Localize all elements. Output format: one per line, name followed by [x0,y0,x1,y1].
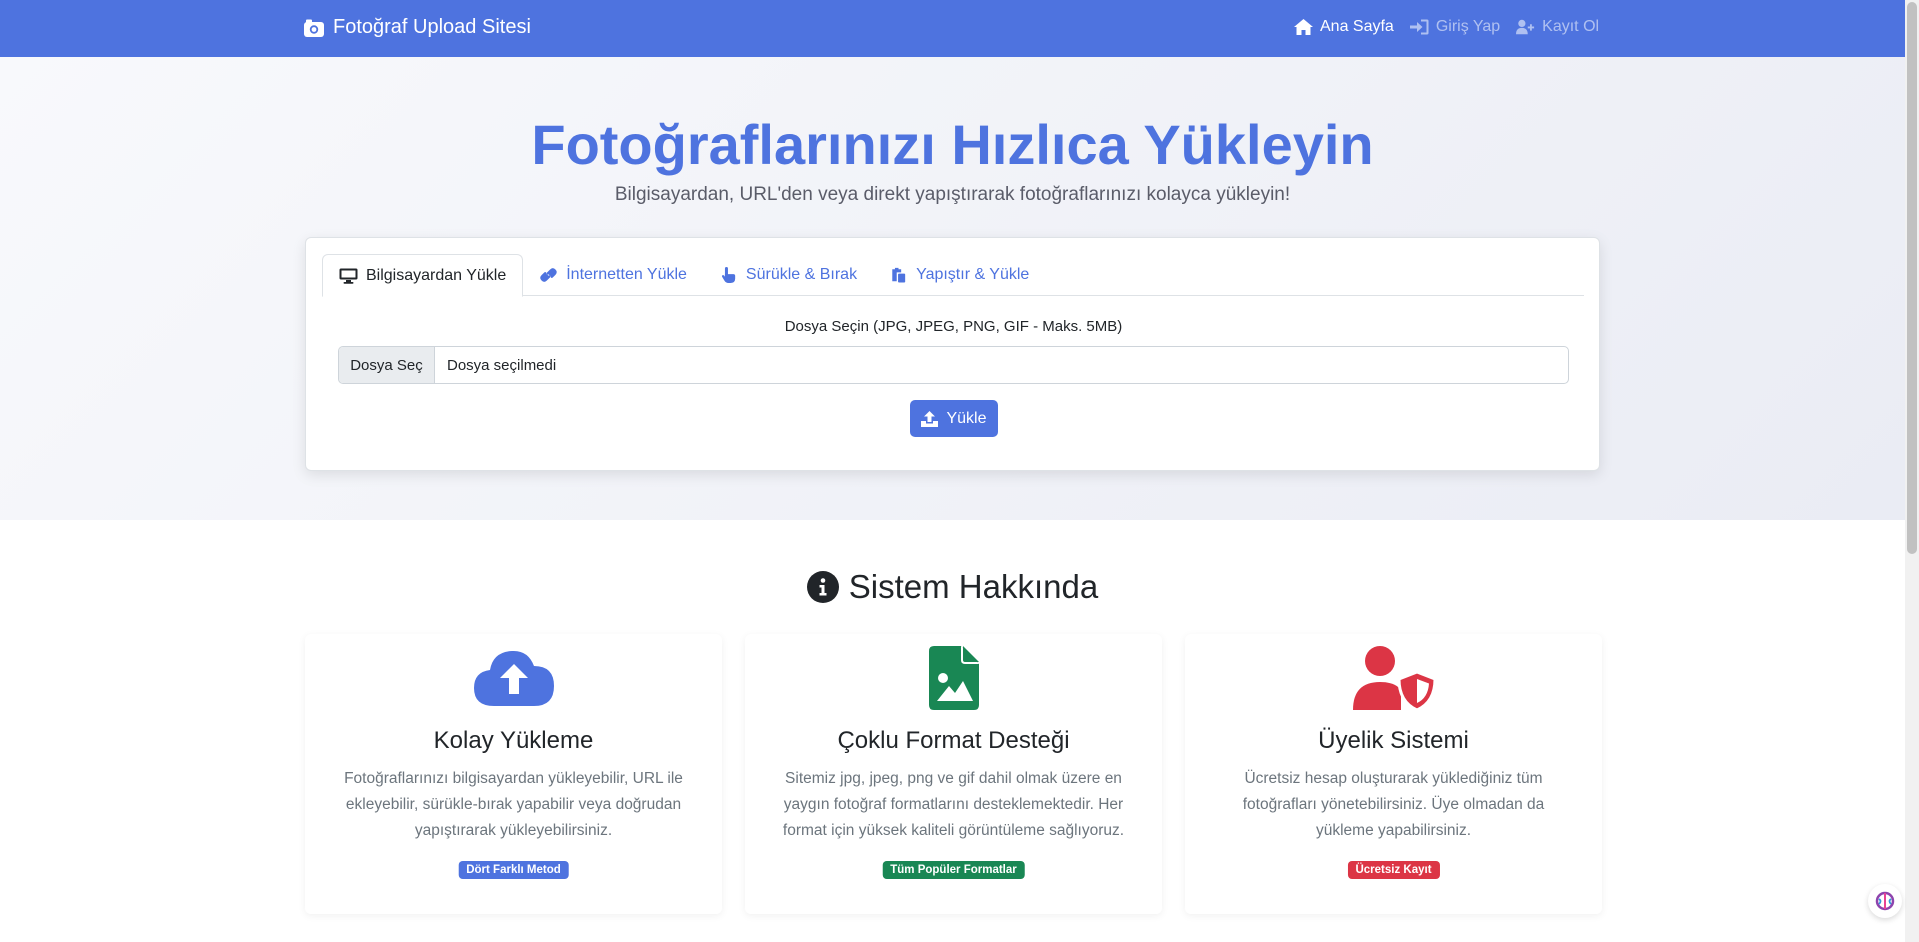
tab-internet-upload[interactable]: İnternetten Yükle [523,254,703,296]
cloud-upload-icon [473,650,554,706]
tab-label: Bilgisayardan Yükle [366,266,507,284]
nav-links: Ana Sayfa Giriş Yap Kayıt Ol [1294,18,1599,36]
upload-icon [921,410,939,427]
feature-badge: Tüm Popüler Formatlar [882,861,1025,879]
nav-link-label: Giriş Yap [1435,18,1501,35]
brand-link[interactable]: Fotoğraf Upload Sitesi [303,16,531,39]
feature-card-format-support: Çoklu Format Desteği Sitemiz jpg, jpeg, … [745,634,1162,914]
file-image-icon [928,646,979,710]
feature-title: Çoklu Format Desteği [837,727,1070,754]
scrollbar-thumb[interactable] [1907,2,1917,554]
hero-subtitle: Bilgisayardan, URL'den veya direkt yapış… [614,184,1291,205]
tab-label: Yapıştır & Yükle [916,266,1030,283]
desktop-icon [339,268,358,284]
brain-icon [1875,891,1895,911]
tab-label: Sürükle & Bırak [745,266,858,283]
upload-card: Bilgisayardan Yükle İnternetten Yükle Sü… [305,237,1600,471]
info-circle-icon [806,571,839,603]
file-status: Dosya seçilmedi [447,356,557,374]
home-icon [1294,19,1313,35]
link-icon [540,268,557,282]
tab-paste-upload[interactable]: Yapıştır & Yükle [873,254,1045,296]
feature-card-membership: Üyelik Sistemi Ücretsiz hesap oluşturara… [1185,634,1602,914]
feature-text: Fotoğraflarınızı bilgisayardan yükleyebi… [344,770,683,839]
nav-link-label: Ana Sayfa [1320,18,1394,35]
user-shield-icon [1352,646,1435,710]
tab-computer-upload[interactable]: Bilgisayardan Yükle [322,254,524,297]
feature-card-easy-upload: Kolay Yükleme Fotoğraflarınızı bilgisaya… [305,634,722,914]
feature-text: Sitemiz jpg, jpeg, png ve gif dahil olma… [782,770,1125,839]
nav-link-label: Kayıt Ol [1542,18,1600,35]
about-section-title: Sistem Hakkında [0,568,1905,606]
feature-text: Ücretsiz hesap oluşturarak yüklediğiniz … [1242,770,1545,839]
nav-link-register[interactable]: Kayıt Ol [1516,18,1599,36]
floating-assistant-button[interactable] [1868,884,1902,918]
feature-badge: Dört Farklı Metod [458,861,569,879]
upload-button[interactable]: Yükle [910,400,998,437]
page-scrollbar[interactable] [1905,0,1919,942]
nav-link-login[interactable]: Giriş Yap [1409,18,1501,36]
nav-link-home[interactable]: Ana Sayfa [1294,18,1394,36]
upload-tabs: Bilgisayardan Yükle İnternetten Yükle Sü… [322,254,1584,297]
hand-pointer-icon [721,267,736,283]
tab-label: İnternetten Yükle [566,266,687,283]
file-input-label: Dosya Seçin (JPG, JPEG, PNG, GIF - Maks.… [784,318,1123,335]
choose-file-button[interactable]: Dosya Seç [339,347,435,383]
feature-title: Üyelik Sistemi [1318,727,1469,754]
user-plus-icon [1516,19,1535,35]
upload-button-label: Yükle [946,409,987,427]
feature-badge: Ücretsiz Kayıt [1347,861,1440,879]
brand-name: Fotoğraf Upload Sitesi [333,16,531,38]
hero-section: Fotoğraflarınızı Hızlıca Yükleyin Bilgis… [0,57,1905,520]
camera-icon [304,19,324,37]
about-title-text: Sistem Hakkında [848,568,1099,605]
hero-title: Fotoğraflarınızı Hızlıca Yükleyin [531,113,1374,176]
file-input[interactable]: Dosya Seç Dosya seçilmedi [338,346,1569,384]
paste-icon [892,267,906,283]
sign-in-icon [1409,19,1429,35]
tab-drag-drop[interactable]: Sürükle & Bırak [703,254,873,296]
feature-title: Kolay Yükleme [433,727,594,754]
navbar: Fotoğraf Upload Sitesi Ana Sayfa Giriş Y… [0,0,1905,57]
